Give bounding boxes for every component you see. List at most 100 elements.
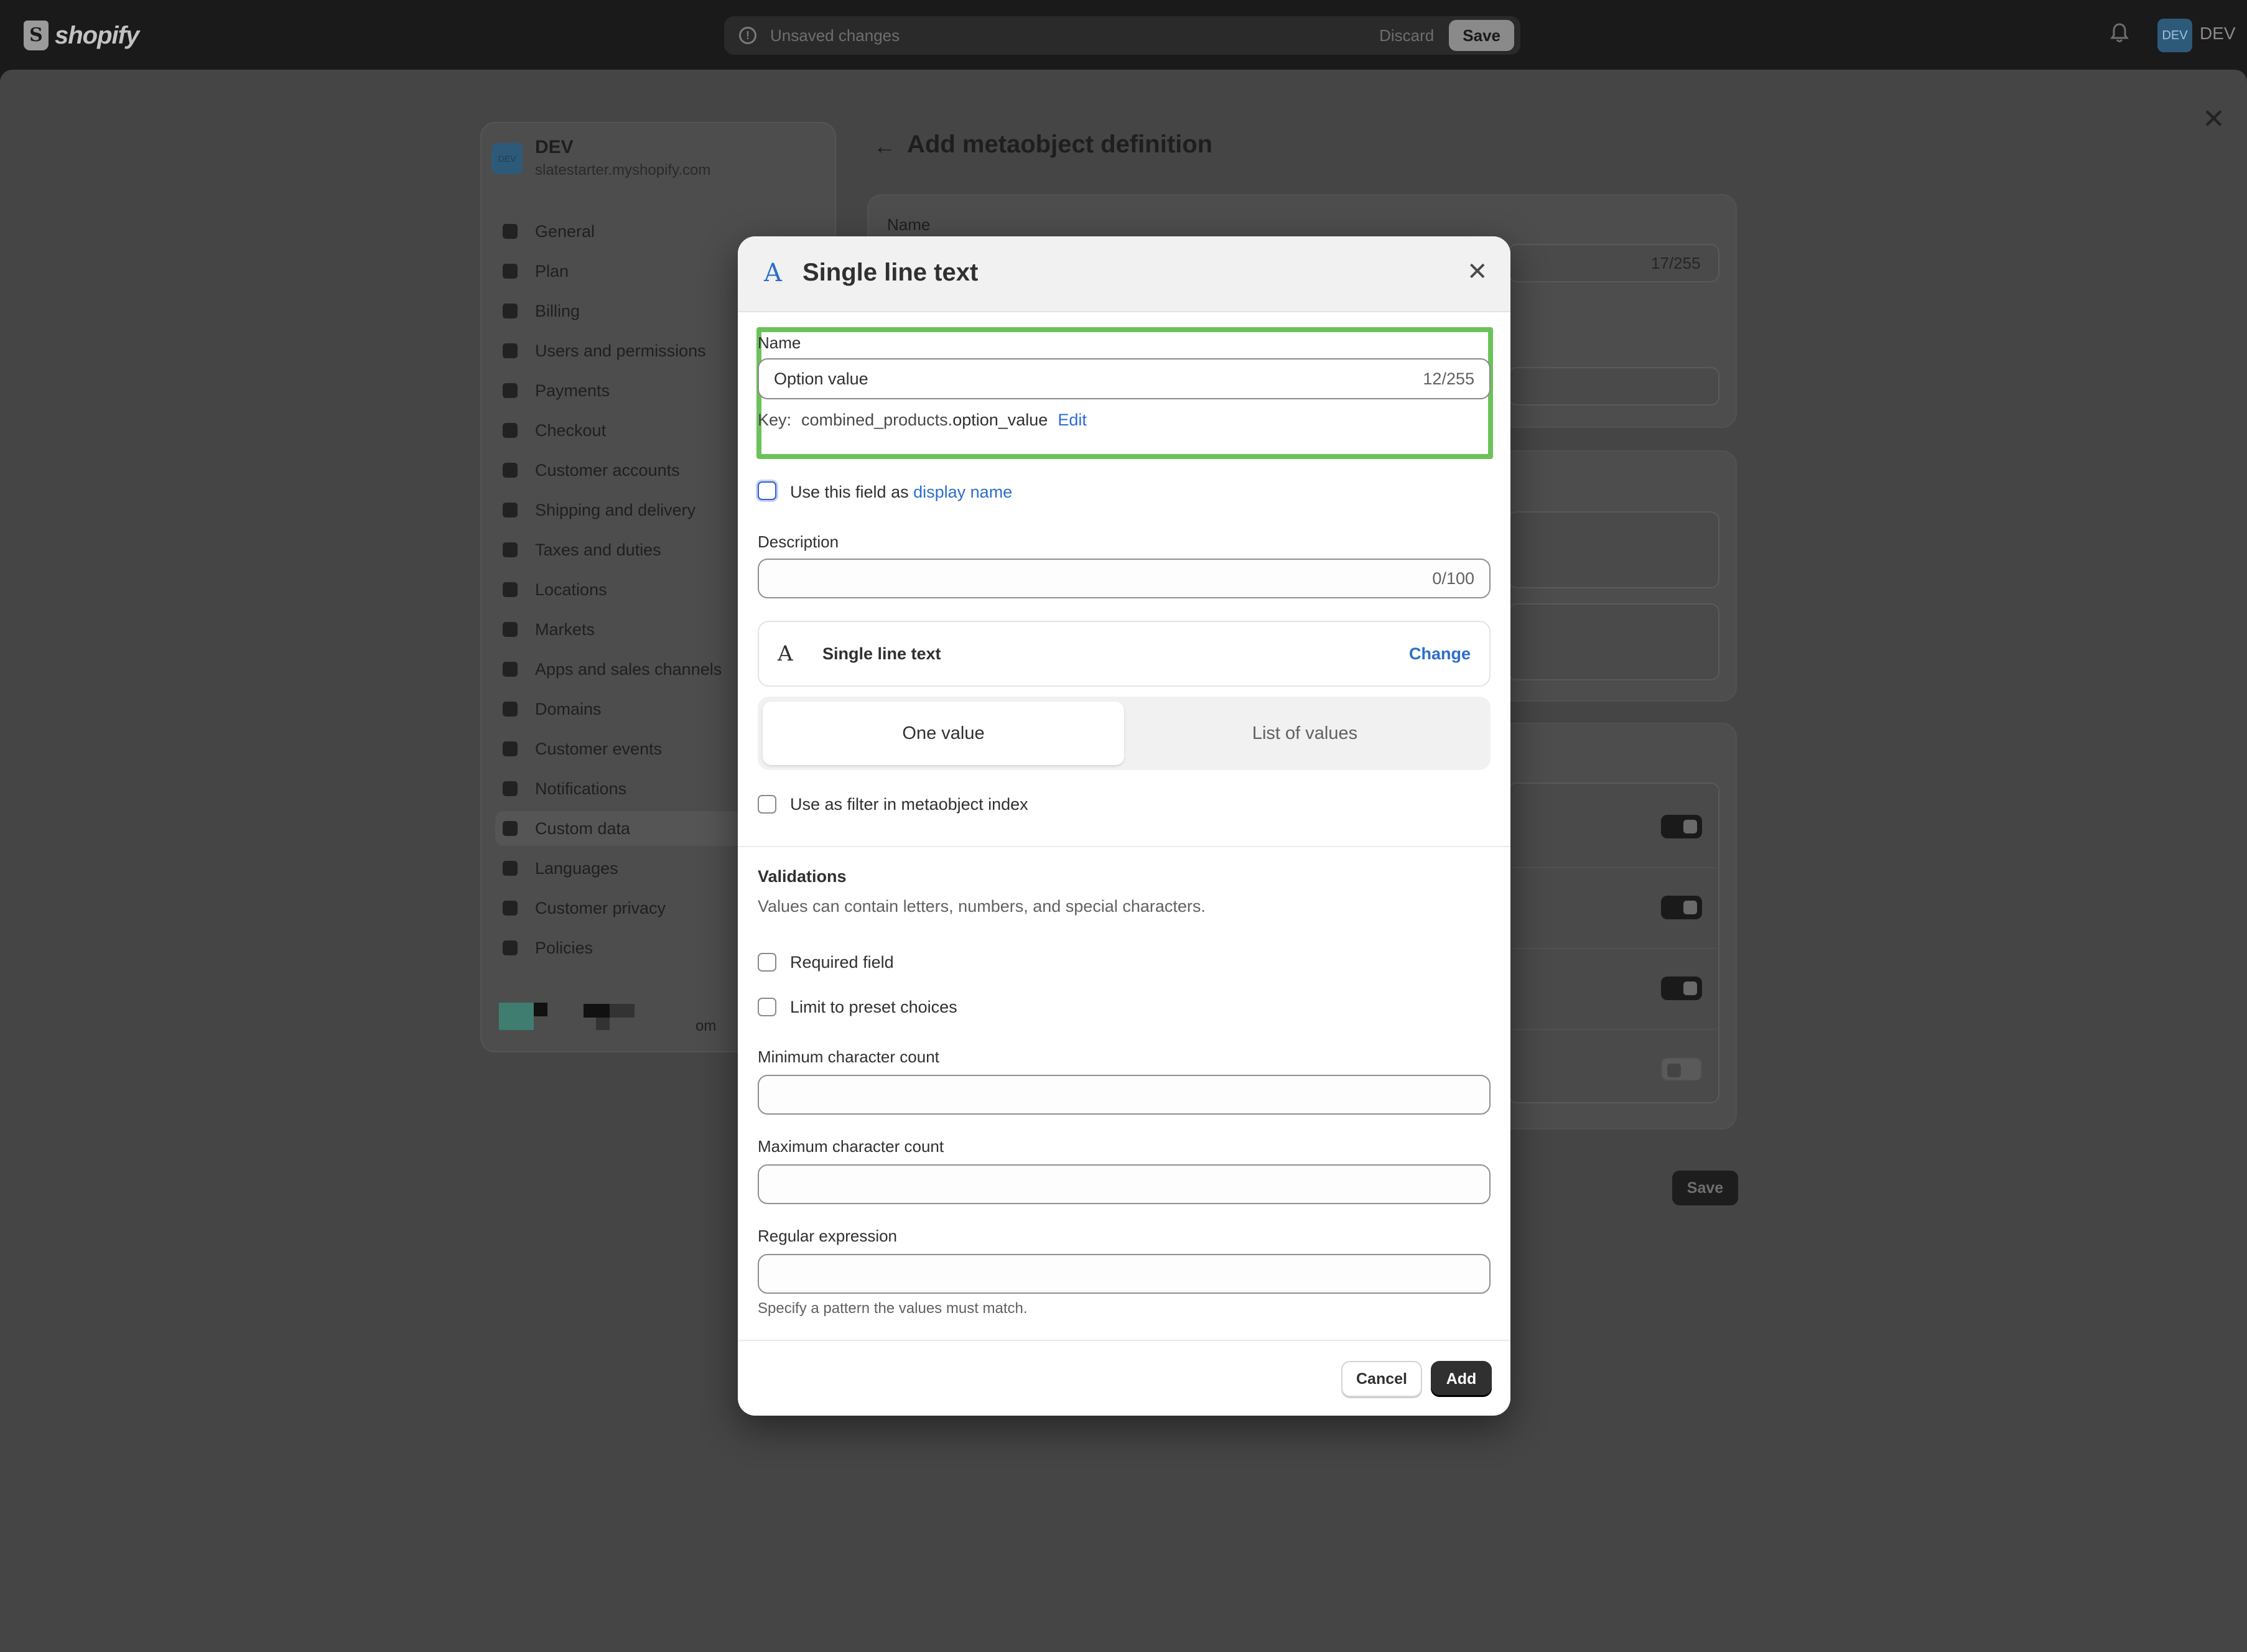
user-avatar[interactable]: DEV — [2157, 19, 2192, 52]
description-input[interactable]: 0/100 — [758, 559, 1491, 598]
notifications-bell-icon[interactable] — [2110, 22, 2129, 44]
shopify-logo[interactable]: shopify — [24, 19, 139, 52]
field-entry[interactable] — [1508, 511, 1719, 588]
sidebar-item-label: Notifications — [535, 779, 627, 798]
apps-icon — [501, 661, 519, 678]
store-name: DEV — [535, 137, 574, 157]
sidebar-item-label: Locations — [535, 580, 607, 599]
list-of-values-segment[interactable]: List of values — [1124, 702, 1486, 765]
save-definition-button[interactable]: Save — [1672, 1171, 1738, 1205]
sidebar-item-label: Languages — [535, 858, 618, 878]
location-icon — [501, 581, 519, 598]
logo-wordmark: shopify — [55, 21, 139, 49]
sidebar-item-label: Policies — [535, 938, 593, 957]
display-name-checkbox[interactable] — [758, 481, 776, 500]
top-save-button[interactable]: Save — [1449, 20, 1514, 51]
option-toggle[interactable] — [1661, 977, 1702, 1000]
plan-icon — [501, 262, 519, 280]
filter-label: Use as filter in metaobject index — [790, 795, 1028, 814]
description-char-counter: 0/100 — [1432, 568, 1474, 588]
option-toggle[interactable] — [1661, 1057, 1702, 1081]
change-type-button[interactable]: Change — [1409, 644, 1471, 664]
display-name-label: Use this field as display name — [790, 483, 1012, 502]
option-toggle[interactable] — [1661, 815, 1702, 838]
cart-icon — [501, 422, 519, 439]
description-label: Description — [758, 532, 839, 551]
sidebar-item-label: Taxes and duties — [535, 540, 661, 559]
sidebar-item-label: Customer privacy — [535, 898, 666, 917]
pixelated-image — [499, 1003, 534, 1030]
events-icon — [501, 740, 519, 758]
store-icon — [501, 223, 519, 240]
globe-icon — [501, 621, 519, 638]
max-char-label: Maximum character count — [758, 1137, 944, 1156]
section-divider — [738, 846, 1510, 847]
sidebar-item-label: Apps and sales channels — [535, 659, 722, 679]
cancel-button[interactable]: Cancel — [1341, 1361, 1422, 1397]
regex-help-text: Specify a pattern the values must match. — [758, 1300, 1028, 1317]
sidebar-item-label: General — [535, 221, 595, 241]
close-settings-icon[interactable]: ✕ — [2202, 103, 2225, 135]
unsaved-changes-bar: ! Unsaved changes Discard Save — [724, 16, 1520, 55]
single-line-text-modal: A Single line text ✕ Name Option value 1… — [738, 236, 1510, 1416]
sidebar-item-label: Shipping and delivery — [535, 500, 696, 519]
required-field-checkbox[interactable] — [758, 953, 776, 972]
page-title: Add metaobject definition — [907, 131, 1213, 158]
key-suffix: option_value — [952, 411, 1048, 429]
store-header: DEV DEV slatestarter.myshopify.com — [491, 137, 710, 179]
domains-icon — [501, 700, 519, 718]
back-arrow-icon[interactable]: ← — [873, 133, 896, 159]
name-label: Name — [758, 333, 801, 352]
sidebar-item-label: Checkout — [535, 420, 607, 440]
add-button[interactable]: Add — [1431, 1361, 1492, 1397]
sidebar-item-label: Domains — [535, 699, 602, 718]
min-char-label: Minimum character count — [758, 1047, 939, 1066]
text-type-icon: A — [764, 259, 782, 287]
min-char-input[interactable] — [758, 1075, 1491, 1115]
filter-checkbox[interactable] — [758, 795, 776, 814]
preset-choices-label: Limit to preset choices — [790, 998, 957, 1016]
shopify-bag-icon — [24, 21, 49, 50]
max-char-input[interactable] — [758, 1164, 1491, 1204]
key-row: Key: combined_products.option_value Edit — [758, 411, 1087, 430]
text-type-icon: A — [778, 641, 793, 666]
bell-icon — [501, 780, 519, 797]
validations-heading: Validations — [758, 867, 847, 886]
display-name-link[interactable]: display name — [913, 483, 1012, 501]
discard-button[interactable]: Discard — [1379, 26, 1434, 45]
validations-description: Values can contain letters, numbers, and… — [758, 897, 1206, 916]
billing-icon — [501, 302, 519, 320]
one-value-segment[interactable]: One value — [763, 702, 1124, 765]
sidebar-item-label: Customer accounts — [535, 460, 680, 480]
pixelated-image — [610, 1004, 635, 1018]
policies-icon — [501, 939, 519, 957]
store-avatar: DEV — [491, 143, 523, 174]
name-char-counter: 12/255 — [1423, 369, 1474, 388]
name-input[interactable]: Option value 12/255 — [758, 358, 1491, 399]
divider — [1505, 948, 1717, 949]
value-count-segmented-control: One value List of values — [758, 697, 1491, 770]
option-toggle[interactable] — [1661, 896, 1702, 919]
key-label: Key: — [758, 411, 792, 429]
sidebar-item-label: Payments — [535, 381, 610, 400]
preset-choices-checkbox[interactable] — [758, 998, 776, 1016]
payments-icon — [501, 382, 519, 399]
field-entry[interactable] — [1508, 603, 1719, 680]
tax-icon — [501, 541, 519, 559]
sidebar-item-label: Customer events — [535, 739, 663, 758]
display-name-text: Use this field as — [790, 483, 909, 501]
sidebar-item-label: Users and permissions — [535, 341, 706, 360]
store-domain: slatestarter.myshopify.com — [535, 162, 711, 179]
custom-data-icon — [501, 820, 519, 837]
store-switcher-label[interactable]: DEV — [2200, 24, 2236, 44]
regex-input[interactable] — [758, 1254, 1491, 1294]
close-icon[interactable]: ✕ — [1467, 258, 1488, 286]
pixelated-image — [596, 1018, 610, 1030]
key-value: combined_products.option_value — [801, 411, 1048, 430]
modal-title: Single line text — [802, 259, 979, 286]
person-icon — [501, 462, 519, 479]
definition-field-input[interactable] — [1508, 367, 1719, 406]
lock-icon — [501, 899, 519, 917]
edit-key-link[interactable]: Edit — [1058, 411, 1087, 430]
footer-divider — [738, 1340, 1510, 1341]
